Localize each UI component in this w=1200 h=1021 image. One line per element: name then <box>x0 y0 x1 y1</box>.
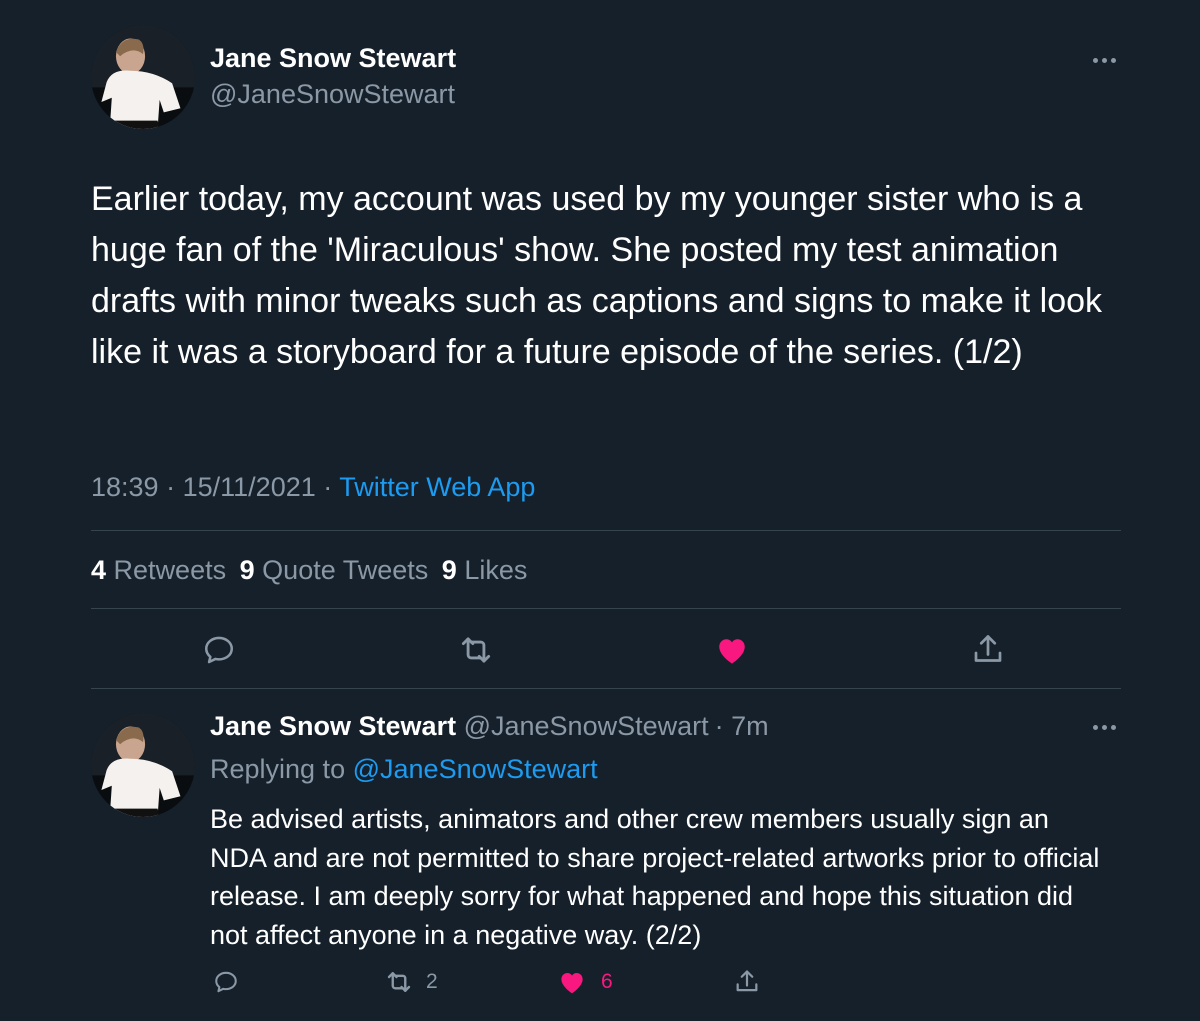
divider <box>91 530 1121 531</box>
retweets-count: 4 <box>91 555 107 585</box>
meta-separator: · <box>166 472 176 502</box>
retweet-icon <box>461 637 491 663</box>
quotes-label: Quote Tweets <box>262 555 429 585</box>
reply-icon <box>204 636 234 664</box>
meta-separator: · <box>323 472 333 502</box>
replying-label: Replying to <box>210 754 346 784</box>
retweets-stat[interactable]: 4 Retweets <box>91 555 234 585</box>
likes-count: 9 <box>441 555 457 585</box>
replying-to-link[interactable]: @JaneSnowStewart <box>353 754 598 784</box>
retweet-icon <box>387 972 411 992</box>
retweets-label: Retweets <box>113 555 227 585</box>
reply-time[interactable]: · 7m <box>715 711 769 741</box>
reply-avatar[interactable] <box>91 713 195 817</box>
tweet-meta: 18:39 · 15/11/2021 · Twitter Web App <box>91 472 535 503</box>
author-name[interactable]: Jane Snow Stewart <box>210 43 456 74</box>
avatar[interactable] <box>91 25 195 129</box>
reply-header: Jane Snow Stewart @JaneSnowStewart · 7m <box>210 711 769 742</box>
heart-icon <box>561 973 583 994</box>
share-icon <box>974 635 1002 662</box>
divider <box>91 688 1121 689</box>
share-icon <box>736 970 758 992</box>
replying-to: Replying to @JaneSnowStewart <box>210 754 598 785</box>
reply-retweet-count: 2 <box>426 970 438 993</box>
retweet-button[interactable] <box>456 630 496 670</box>
tweet-time[interactable]: 18:39 <box>91 472 159 502</box>
reply-share-button[interactable] <box>731 966 763 998</box>
share-button[interactable] <box>968 630 1008 670</box>
reply-retweet-button[interactable]: 2 <box>384 966 438 998</box>
author-handle[interactable]: @JaneSnowStewart <box>210 79 455 110</box>
likes-stat[interactable]: 9 Likes <box>442 555 528 585</box>
quotes-stat[interactable]: 9 Quote Tweets <box>240 555 436 585</box>
likes-label: Likes <box>464 555 528 585</box>
reply-reply-button[interactable] <box>210 966 242 998</box>
tweet-stats: 4 Retweets 9 Quote Tweets 9 Likes <box>91 555 527 586</box>
more-icon[interactable] <box>1086 54 1122 66</box>
reply-more-icon[interactable] <box>1086 721 1122 733</box>
tweet-text: Earlier today, my account was used by my… <box>91 180 1103 371</box>
reply-author-handle[interactable]: @JaneSnowStewart <box>464 711 709 741</box>
reply-text: Be advised artists, animators and other … <box>210 804 1100 950</box>
reply-author-name[interactable]: Jane Snow Stewart <box>210 711 456 741</box>
quotes-count: 9 <box>239 555 255 585</box>
reply-like-count: 6 <box>601 970 613 993</box>
reply-icon <box>215 971 237 993</box>
reply-button[interactable] <box>199 630 239 670</box>
tweet-date[interactable]: 15/11/2021 <box>183 472 316 502</box>
tweet-source-link[interactable]: Twitter Web App <box>339 472 535 502</box>
reply-like-button[interactable]: 6 <box>557 966 613 998</box>
like-button[interactable] <box>712 630 752 670</box>
divider <box>91 608 1121 609</box>
heart-icon <box>719 639 745 664</box>
